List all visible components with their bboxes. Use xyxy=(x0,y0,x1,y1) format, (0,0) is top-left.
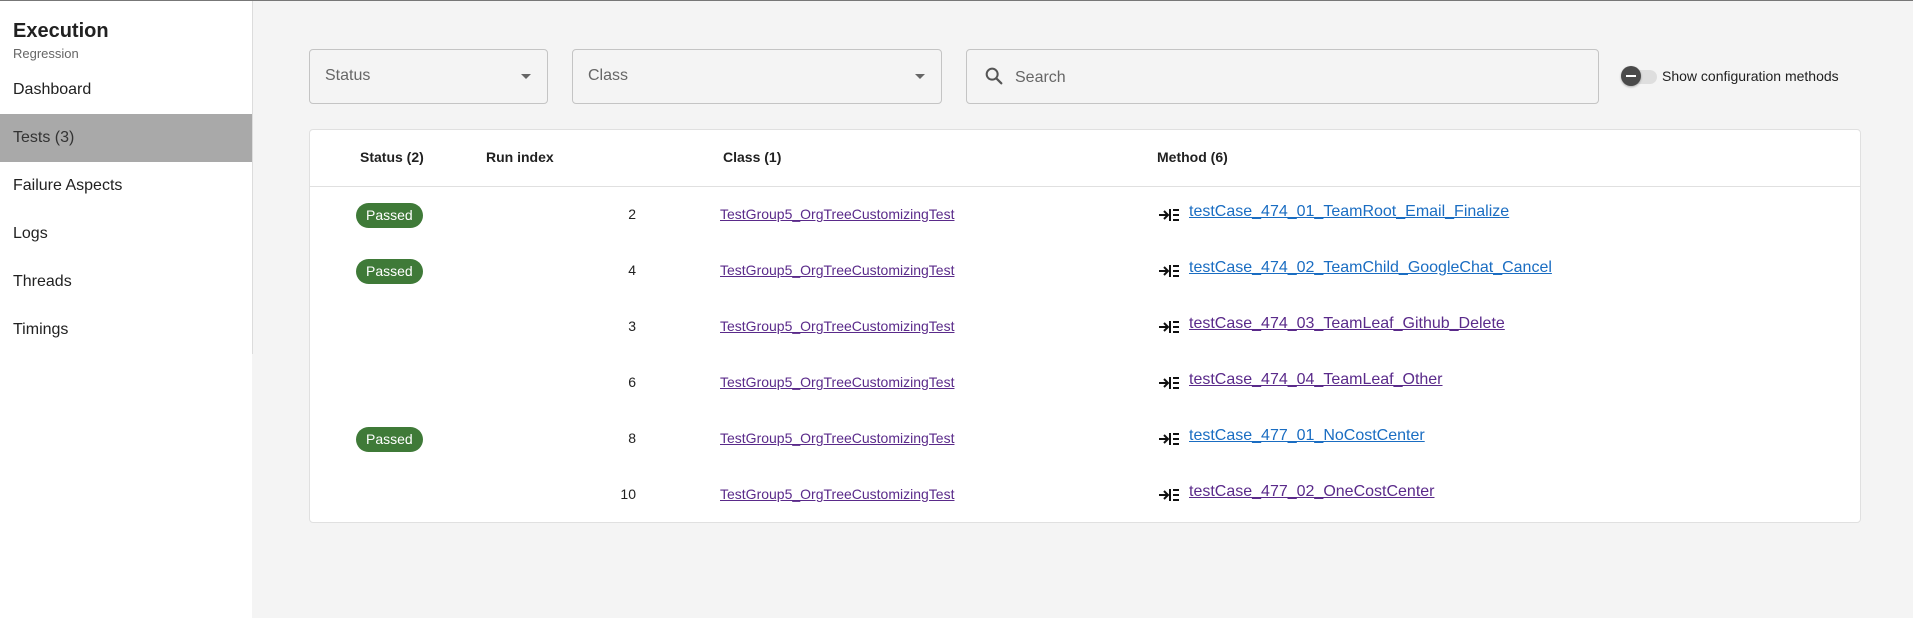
column-header-run-index[interactable]: Run index xyxy=(486,149,554,165)
sidebar-item-threads[interactable]: Threads xyxy=(0,258,252,306)
class-link[interactable]: TestGroup5_OrgTreeCustomizingTest xyxy=(720,430,954,446)
method-link[interactable]: testCase_477_02_OneCostCenter xyxy=(1189,483,1435,501)
table-row: Passed 4 TestGroup5_OrgTreeCustomizingTe… xyxy=(310,243,1860,299)
app-title: Execution xyxy=(13,20,109,42)
method-link[interactable]: testCase_477_01_NoCostCenter xyxy=(1189,427,1425,445)
search-box xyxy=(966,49,1599,104)
method-step-icon xyxy=(1159,489,1179,501)
class-link[interactable]: TestGroup5_OrgTreeCustomizingTest xyxy=(720,318,954,334)
class-link[interactable]: TestGroup5_OrgTreeCustomizingTest xyxy=(720,486,954,502)
status-filter-label: Status xyxy=(325,67,371,84)
column-header-class[interactable]: Class (1) xyxy=(723,149,781,165)
column-header-status[interactable]: Status (2) xyxy=(360,149,424,165)
method-link[interactable]: testCase_474_04_TeamLeaf_Other xyxy=(1189,371,1443,389)
method-link[interactable]: testCase_474_01_TeamRoot_Email_Finalize xyxy=(1189,203,1509,221)
table-row: Passed 2 TestGroup5_OrgTreeCustomizingTe… xyxy=(310,187,1860,243)
chevron-down-icon xyxy=(521,74,531,79)
class-filter-dropdown[interactable]: Class xyxy=(572,49,942,104)
run-index-cell: 8 xyxy=(628,430,636,446)
search-input[interactable] xyxy=(1013,60,1577,96)
table-row: 3 TestGroup5_OrgTreeCustomizingTest test… xyxy=(310,299,1860,355)
class-link[interactable]: TestGroup5_OrgTreeCustomizingTest xyxy=(720,262,954,278)
class-link[interactable]: TestGroup5_OrgTreeCustomizingTest xyxy=(720,374,954,390)
method-link[interactable]: testCase_474_02_TeamChild_GoogleChat_Can… xyxy=(1189,259,1552,277)
table-row: Passed 8 TestGroup5_OrgTreeCustomizingTe… xyxy=(310,411,1860,467)
run-index-cell: 2 xyxy=(628,206,636,222)
column-header-method[interactable]: Method (6) xyxy=(1157,149,1228,165)
window-top-border xyxy=(0,0,1913,1)
method-link[interactable]: testCase_474_03_TeamLeaf_Github_Delete xyxy=(1189,315,1505,333)
method-step-icon xyxy=(1159,265,1179,277)
chevron-down-icon xyxy=(915,74,925,79)
status-badge: Passed xyxy=(356,259,423,284)
sidebar-item-tests[interactable]: Tests (3) xyxy=(0,114,252,162)
sidebar-item-logs[interactable]: Logs xyxy=(0,210,252,258)
table-row: 6 TestGroup5_OrgTreeCustomizingTest test… xyxy=(310,355,1860,411)
status-filter-dropdown[interactable]: Status xyxy=(309,49,548,104)
run-index-cell: 3 xyxy=(628,318,636,334)
class-filter-label: Class xyxy=(588,67,629,84)
class-link[interactable]: TestGroup5_OrgTreeCustomizingTest xyxy=(720,206,954,222)
method-step-icon xyxy=(1159,433,1179,445)
method-step-icon xyxy=(1159,377,1179,389)
search-icon xyxy=(985,67,1003,85)
tests-table: Status (2) Run index Class (1) Method (6… xyxy=(309,129,1861,523)
method-step-icon xyxy=(1159,209,1179,221)
toggle-thumb xyxy=(1621,66,1641,86)
status-badge: Passed xyxy=(356,427,423,452)
sidebar-divider xyxy=(252,1,253,354)
run-index-cell: 4 xyxy=(628,262,636,278)
sidebar-item-dashboard[interactable]: Dashboard xyxy=(0,66,252,114)
app-subtitle: Regression xyxy=(13,46,79,61)
run-index-cell: 6 xyxy=(628,374,636,390)
status-badge: Passed xyxy=(356,203,423,228)
show-config-methods-toggle[interactable] xyxy=(1621,66,1657,86)
sidebar-item-timings[interactable]: Timings xyxy=(0,306,252,354)
table-row: 10 TestGroup5_OrgTreeCustomizingTest tes… xyxy=(310,467,1860,523)
sidebar: Execution Regression Dashboard Tests (3)… xyxy=(0,1,252,618)
show-config-methods-label: Show configuration methods xyxy=(1662,68,1839,84)
method-step-icon xyxy=(1159,321,1179,333)
sidebar-item-failure-aspects[interactable]: Failure Aspects xyxy=(0,162,252,210)
run-index-cell: 10 xyxy=(620,486,636,502)
